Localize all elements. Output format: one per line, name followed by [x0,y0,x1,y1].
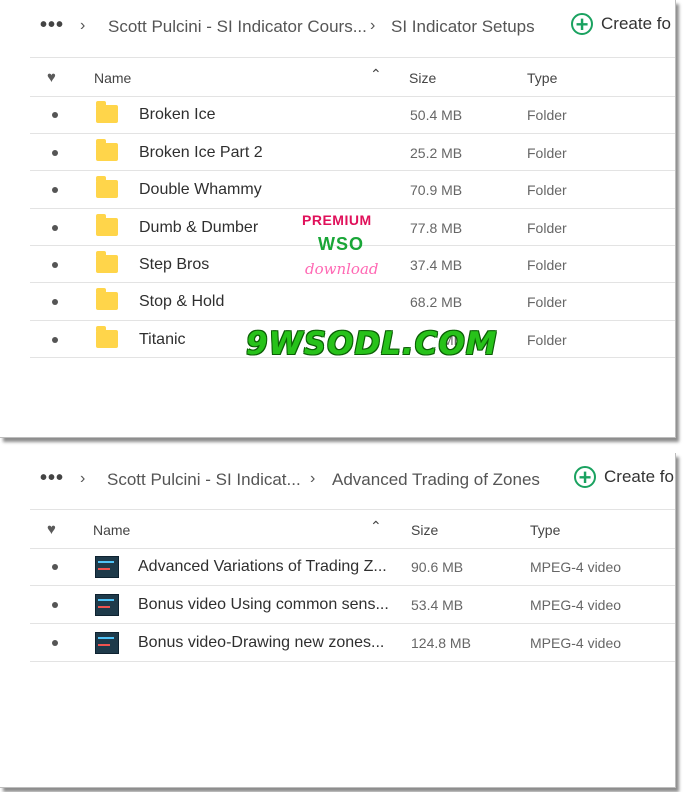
file-browser-panel-zones: ••• › Scott Pulcini - SI Indicat... › Ad… [0,453,676,788]
heart-icon[interactable]: ♥ [47,520,56,540]
more-dots-icon[interactable]: ••• [40,468,64,488]
watermark-site: 9WSODL.COM [246,326,498,362]
create-folder-label: Create fo [601,14,671,33]
breadcrumb: ••• › Scott Pulcini - SI Indicator Cours… [0,0,675,56]
file-type: Folder [527,332,567,348]
folder-icon [96,214,118,236]
file-size: 77.8 MB [410,220,463,236]
row-bullet-icon [52,187,58,193]
row-bullet-icon [52,337,58,343]
watermark-download: download [305,260,379,278]
chevron-right-icon: › [80,17,86,34]
file-size: 124.8 MB [411,635,471,651]
divider [30,509,675,510]
video-thumbnail-icon [95,556,119,578]
folder-icon [96,288,118,310]
create-folder-button[interactable]: + Create fo [574,466,674,489]
file-name[interactable]: Dumb & Dumber [139,218,258,238]
file-type: Folder [527,220,567,236]
file-name[interactable]: Step Bros [139,255,209,275]
row-bullet-icon [52,564,58,570]
table-row[interactable]: Broken Ice 50.4 MB Folder [0,96,675,133]
file-type: MPEG-4 video [530,635,622,651]
row-bullet-icon [52,150,58,156]
table-row[interactable]: Broken Ice Part 2 25.2 MB Folder [0,134,675,171]
column-header-name[interactable]: Name [94,68,131,88]
divider [30,57,675,58]
breadcrumb-course[interactable]: Scott Pulcini - SI Indicat... [107,470,301,490]
row-bullet-icon [52,112,58,118]
row-bullet-icon [52,262,58,268]
column-header-type[interactable]: Type [530,520,560,540]
file-name[interactable]: Stop & Hold [139,292,224,312]
file-type: Folder [527,107,567,123]
table-row[interactable]: Bonus video Using common sens... 53.4 MB… [0,586,675,623]
row-bullet-icon [52,640,58,646]
file-name[interactable]: Advanced Variations of Trading Z... [138,557,387,577]
row-bullet-icon [52,299,58,305]
chevron-right-icon: › [80,470,86,487]
file-size: 53.4 MB [411,597,464,613]
file-browser-panel-setups: ••• › Scott Pulcini - SI Indicator Cours… [0,0,676,438]
create-folder-button[interactable]: + Create fo [571,13,671,36]
file-size: 90.6 MB [411,559,464,575]
folder-icon [96,251,118,273]
file-name[interactable]: Bonus video-Drawing new zones... [138,633,384,653]
breadcrumb-current-folder[interactable]: SI Indicator Setups [391,17,535,37]
file-size: 25.2 MB [410,145,463,161]
chevron-right-icon: › [370,17,376,34]
caret-up-icon[interactable]: ⌃ [370,66,382,83]
file-type: Folder [527,182,567,198]
plus-circle-icon: + [571,13,593,36]
video-thumbnail-icon [95,632,119,654]
file-name[interactable]: Bonus video Using common sens... [138,595,389,615]
folder-icon [96,101,118,123]
file-name[interactable]: Broken Ice [139,105,215,125]
column-header-size[interactable]: Size [411,520,438,540]
breadcrumb-course[interactable]: Scott Pulcini - SI Indicator Cours... [108,17,367,37]
table-row[interactable]: Advanced Variations of Trading Z... 90.6… [0,548,675,585]
file-size: 68.2 MB [410,294,463,310]
chevron-right-icon: › [310,470,316,487]
heart-icon[interactable]: ♥ [47,68,56,88]
file-type: Folder [527,145,567,161]
file-size: 50.4 MB [410,107,463,123]
table-row[interactable]: Bonus video-Drawing new zones... 124.8 M… [0,624,675,661]
video-thumbnail-icon [95,594,119,616]
breadcrumb-current-folder[interactable]: Advanced Trading of Zones [332,470,540,490]
file-size: 37.4 MB [410,257,463,273]
file-name[interactable]: Double Whammy [139,180,262,200]
file-name[interactable]: Titanic [139,330,186,350]
file-type: Folder [527,257,567,273]
folder-icon [96,139,118,161]
folder-icon [96,176,118,198]
divider [30,661,675,662]
row-bullet-icon [52,225,58,231]
watermark-premium: PREMIUM [302,212,372,228]
column-header-name[interactable]: Name [93,520,130,540]
breadcrumb: ••• › Scott Pulcini - SI Indicat... › Ad… [0,453,675,509]
caret-up-icon[interactable]: ⌃ [370,518,382,535]
file-type: Folder [527,294,567,310]
row-bullet-icon [52,602,58,608]
column-header-type[interactable]: Type [527,68,557,88]
file-type: MPEG-4 video [530,597,622,613]
watermark-wso: WSO [318,234,364,254]
file-name[interactable]: Broken Ice Part 2 [139,143,263,163]
create-folder-label: Create fo [604,467,674,486]
plus-circle-icon: + [574,466,596,489]
more-dots-icon[interactable]: ••• [40,15,64,35]
column-header-size[interactable]: Size [409,68,436,88]
folder-icon [96,326,118,348]
file-type: MPEG-4 video [530,559,622,575]
file-size: 70.9 MB [410,182,463,198]
table-row[interactable]: Double Whammy 70.9 MB Folder [0,171,675,208]
table-row[interactable]: Stop & Hold 68.2 MB Folder [0,283,675,320]
